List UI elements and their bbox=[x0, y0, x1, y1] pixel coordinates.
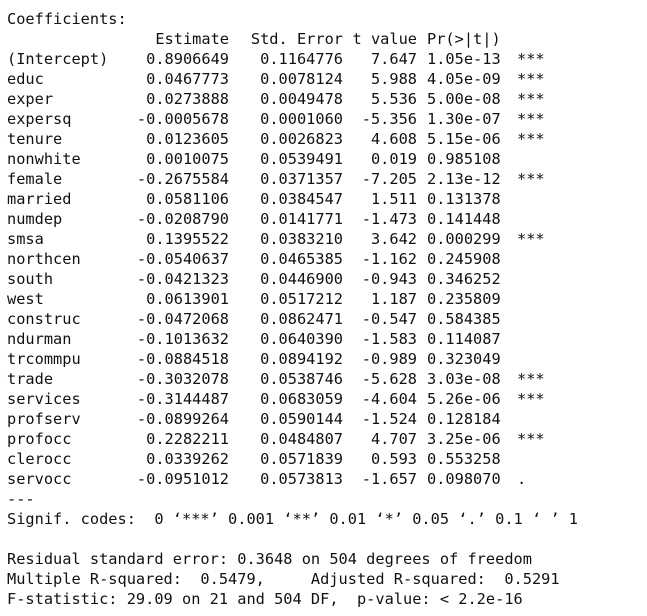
r-squared-line: Multiple R-squared: 0.5479, Adjusted R-s… bbox=[7, 569, 560, 589]
coef-signif-stars: *** bbox=[517, 370, 545, 388]
residual-standard-error: Residual standard error: 0.3648 on 504 d… bbox=[7, 550, 532, 568]
coef-t-value: 4.608 bbox=[370, 130, 417, 148]
regression-output-console: Coefficients: Estimate Std. Error t valu… bbox=[0, 0, 647, 616]
t-value-column-header: t value bbox=[352, 30, 417, 48]
coef-t-value: -0.943 bbox=[361, 270, 417, 288]
coef-signif-stars: *** bbox=[517, 90, 545, 108]
coef-signif-stars: *** bbox=[517, 170, 545, 188]
coef-t-value: -1.583 bbox=[361, 330, 417, 348]
coef-t-value: -0.989 bbox=[361, 350, 417, 368]
coef-p-value: 0.141448 bbox=[427, 210, 501, 228]
coef-p-value: 0.553258 bbox=[427, 450, 501, 468]
coef-p-value: 3.25e-06 bbox=[427, 430, 501, 448]
coef-t-value: 1.187 bbox=[370, 290, 417, 308]
coef-p-value: 3.03e-08 bbox=[427, 370, 501, 388]
coefficients-heading: Coefficients: bbox=[7, 10, 127, 28]
coef-p-value: 0.584385 bbox=[427, 310, 501, 328]
coef-signif-stars: . bbox=[517, 470, 527, 488]
coef-t-value: 7.647 bbox=[370, 50, 417, 68]
coef-t-value: 0.019 bbox=[370, 150, 417, 168]
coef-t-value: 3.642 bbox=[370, 230, 417, 248]
coef-signif-stars: *** bbox=[517, 110, 545, 128]
coef-signif-stars: *** bbox=[517, 430, 545, 448]
coef-p-value: 2.13e-12 bbox=[427, 170, 501, 188]
coef-t-value: 0.593 bbox=[370, 450, 417, 468]
coef-t-value: -1.473 bbox=[361, 210, 417, 228]
multiple-r-squared: Multiple R-squared: 0.5479, Adjusted R-s… bbox=[7, 570, 560, 588]
coef-p-value: 0.245908 bbox=[427, 250, 501, 268]
coef-p-value: 0.098070 bbox=[427, 470, 501, 488]
coef-t-value: 5.988 bbox=[370, 70, 417, 88]
coef-t-value: -7.205 bbox=[361, 170, 417, 188]
coef-p-value: 0.323049 bbox=[427, 350, 501, 368]
coef-t-value: 4.707 bbox=[370, 430, 417, 448]
coef-p-value: 5.15e-06 bbox=[427, 130, 501, 148]
coef-t-value: 1.511 bbox=[370, 190, 417, 208]
coef-p-value: 1.05e-13 bbox=[427, 50, 501, 68]
coef-t-value: -1.524 bbox=[361, 410, 417, 428]
coef-signif-stars: *** bbox=[517, 70, 545, 88]
coef-p-value: 5.26e-06 bbox=[427, 390, 501, 408]
coef-p-value: 0.000299 bbox=[427, 230, 501, 248]
coef-signif-stars: *** bbox=[517, 130, 545, 148]
p-value-column-header: Pr(>|t|) bbox=[427, 30, 501, 48]
coef-t-value: -5.628 bbox=[361, 370, 417, 388]
coef-p-value: 0.114087 bbox=[427, 330, 501, 348]
coef-p-value: 0.131378 bbox=[427, 190, 501, 208]
coef-signif-stars: *** bbox=[517, 50, 545, 68]
coef-signif-stars: *** bbox=[517, 230, 545, 248]
coef-t-value: -1.657 bbox=[361, 470, 417, 488]
column-header-row: Estimate Std. Error t value Pr(>|t|) bbox=[7, 29, 500, 49]
coef-t-value: 5.536 bbox=[370, 90, 417, 108]
coef-p-value: 1.30e-07 bbox=[427, 110, 501, 128]
coef-t-value: -4.604 bbox=[361, 390, 417, 408]
coef-t-value: -1.162 bbox=[361, 250, 417, 268]
coef-p-value: 4.05e-09 bbox=[427, 70, 501, 88]
coef-signif-stars: *** bbox=[517, 390, 545, 408]
coef-p-value: 0.235809 bbox=[427, 290, 501, 308]
coef-p-value: 0.346252 bbox=[427, 270, 501, 288]
f-statistic-line: F-statistic: 29.09 on 21 and 504 DF, p-v… bbox=[7, 590, 523, 608]
coef-p-value: 0.985108 bbox=[427, 150, 501, 168]
signif-codes-legend: Signif. codes: 0 ‘***’ 0.001 ‘**’ 0.01 ‘… bbox=[7, 510, 578, 528]
separator-line: --- bbox=[7, 490, 35, 508]
coef-t-value: -0.547 bbox=[361, 310, 417, 328]
coef-p-value: 5.00e-08 bbox=[427, 90, 501, 108]
coef-t-value: -5.356 bbox=[361, 110, 417, 128]
coef-p-value: 0.128184 bbox=[427, 410, 501, 428]
